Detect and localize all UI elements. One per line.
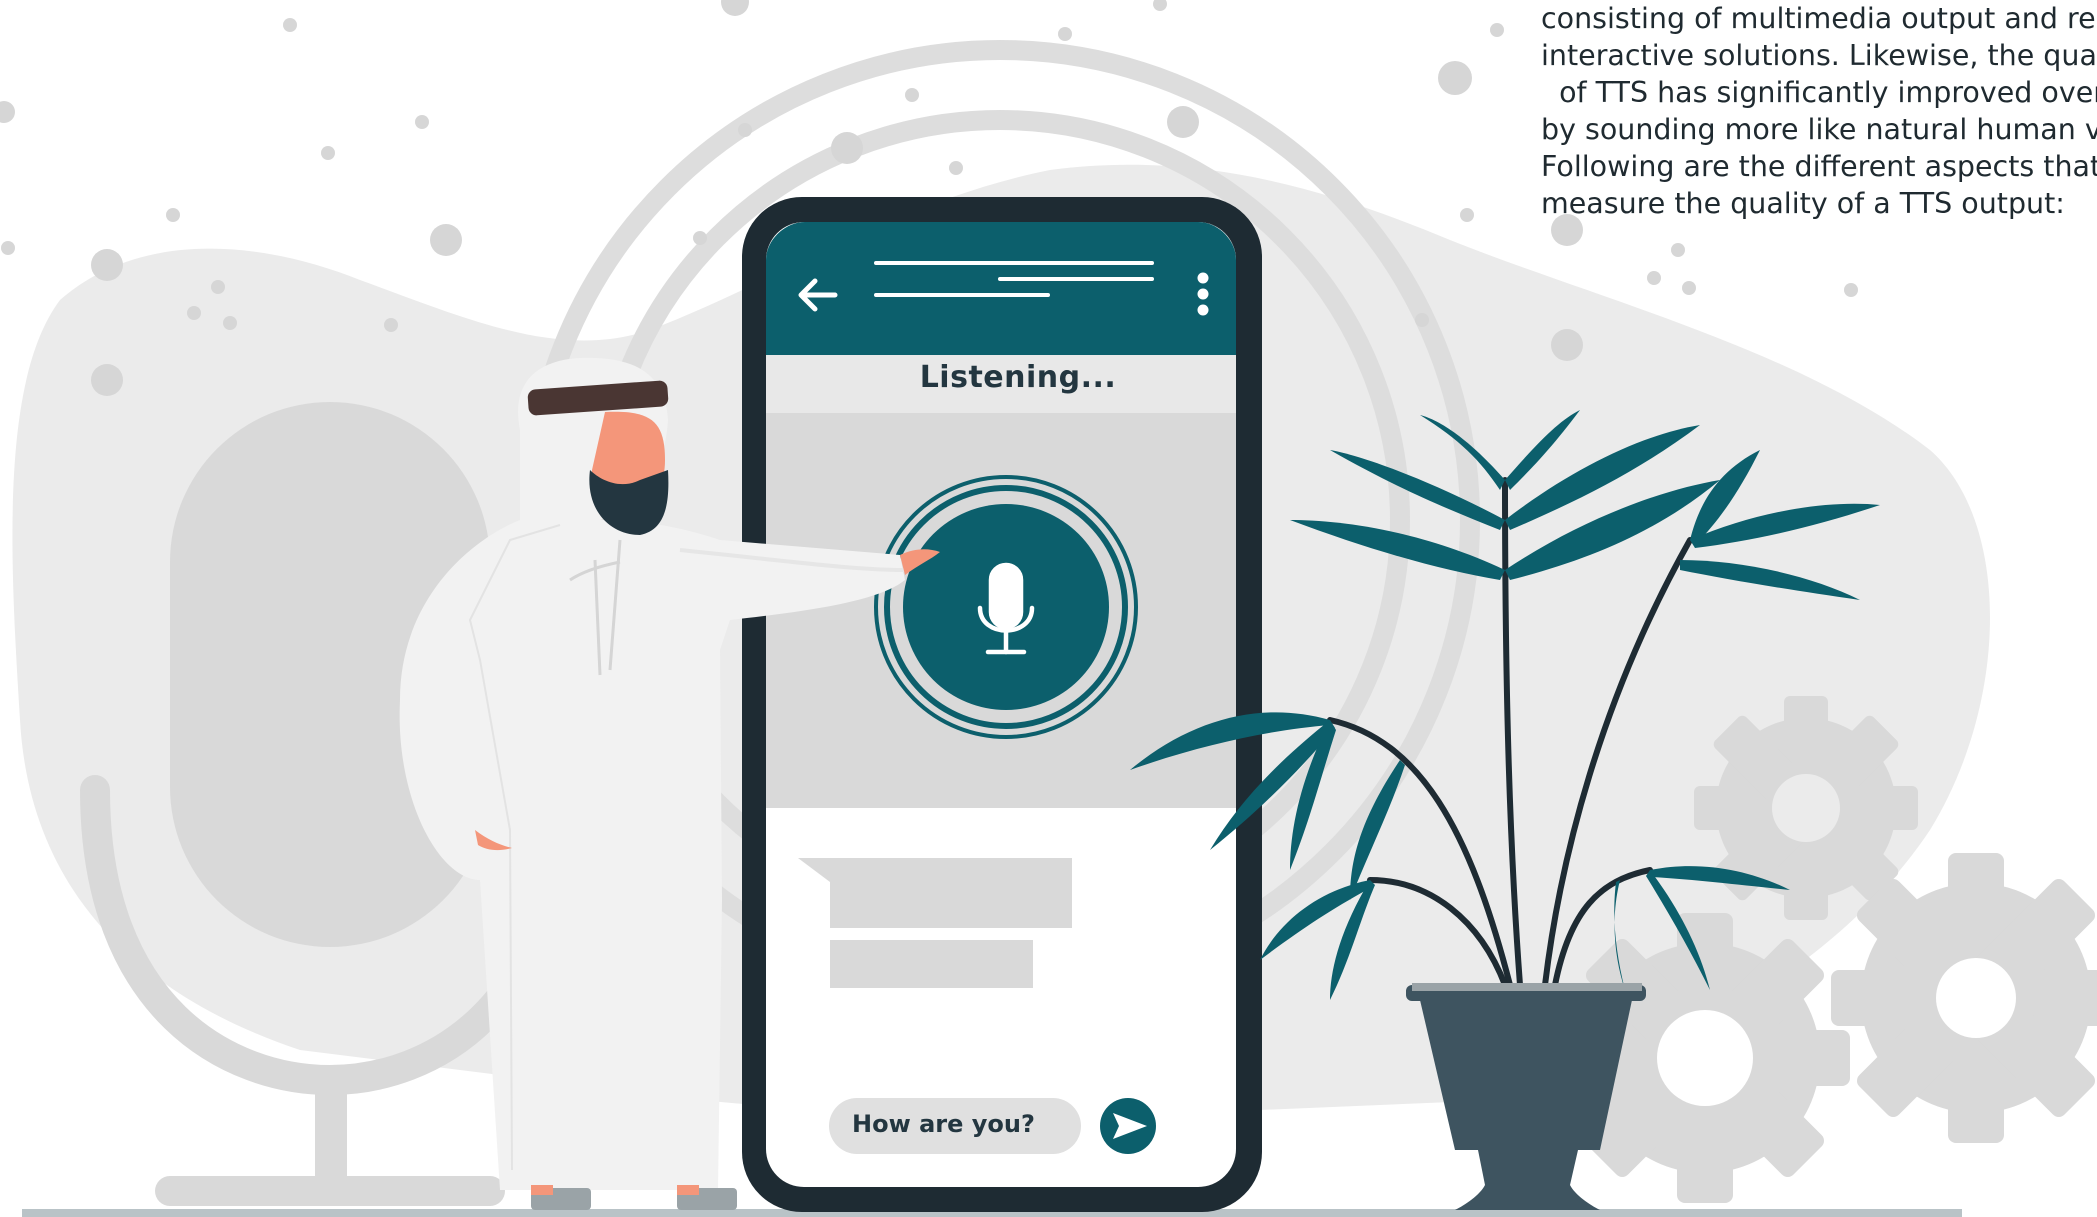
paragraph-line: Following are the different aspects that (1541, 150, 2097, 183)
paragraph-line: consisting of multimedia output and rele (1541, 2, 2097, 35)
paragraph-line: of TTS has significantly improved over t (1541, 76, 2097, 109)
send-button[interactable] (1100, 1098, 1156, 1154)
paragraph-line: interactive solutions. Likewise, the qua… (1541, 39, 2097, 72)
listening-status: Listening... (919, 360, 1117, 395)
chat-bubble (798, 858, 1072, 988)
message-input[interactable]: How are you? (852, 1110, 1052, 1138)
body-paragraph: consisting of multimedia output and rele… (1541, 0, 2097, 222)
paragraph-line: measure the quality of a TTS output: (1541, 187, 2065, 220)
kebab-menu-icon[interactable] (1197, 272, 1209, 316)
paragraph-line: by sounding more like natural human voi (1541, 113, 2097, 146)
